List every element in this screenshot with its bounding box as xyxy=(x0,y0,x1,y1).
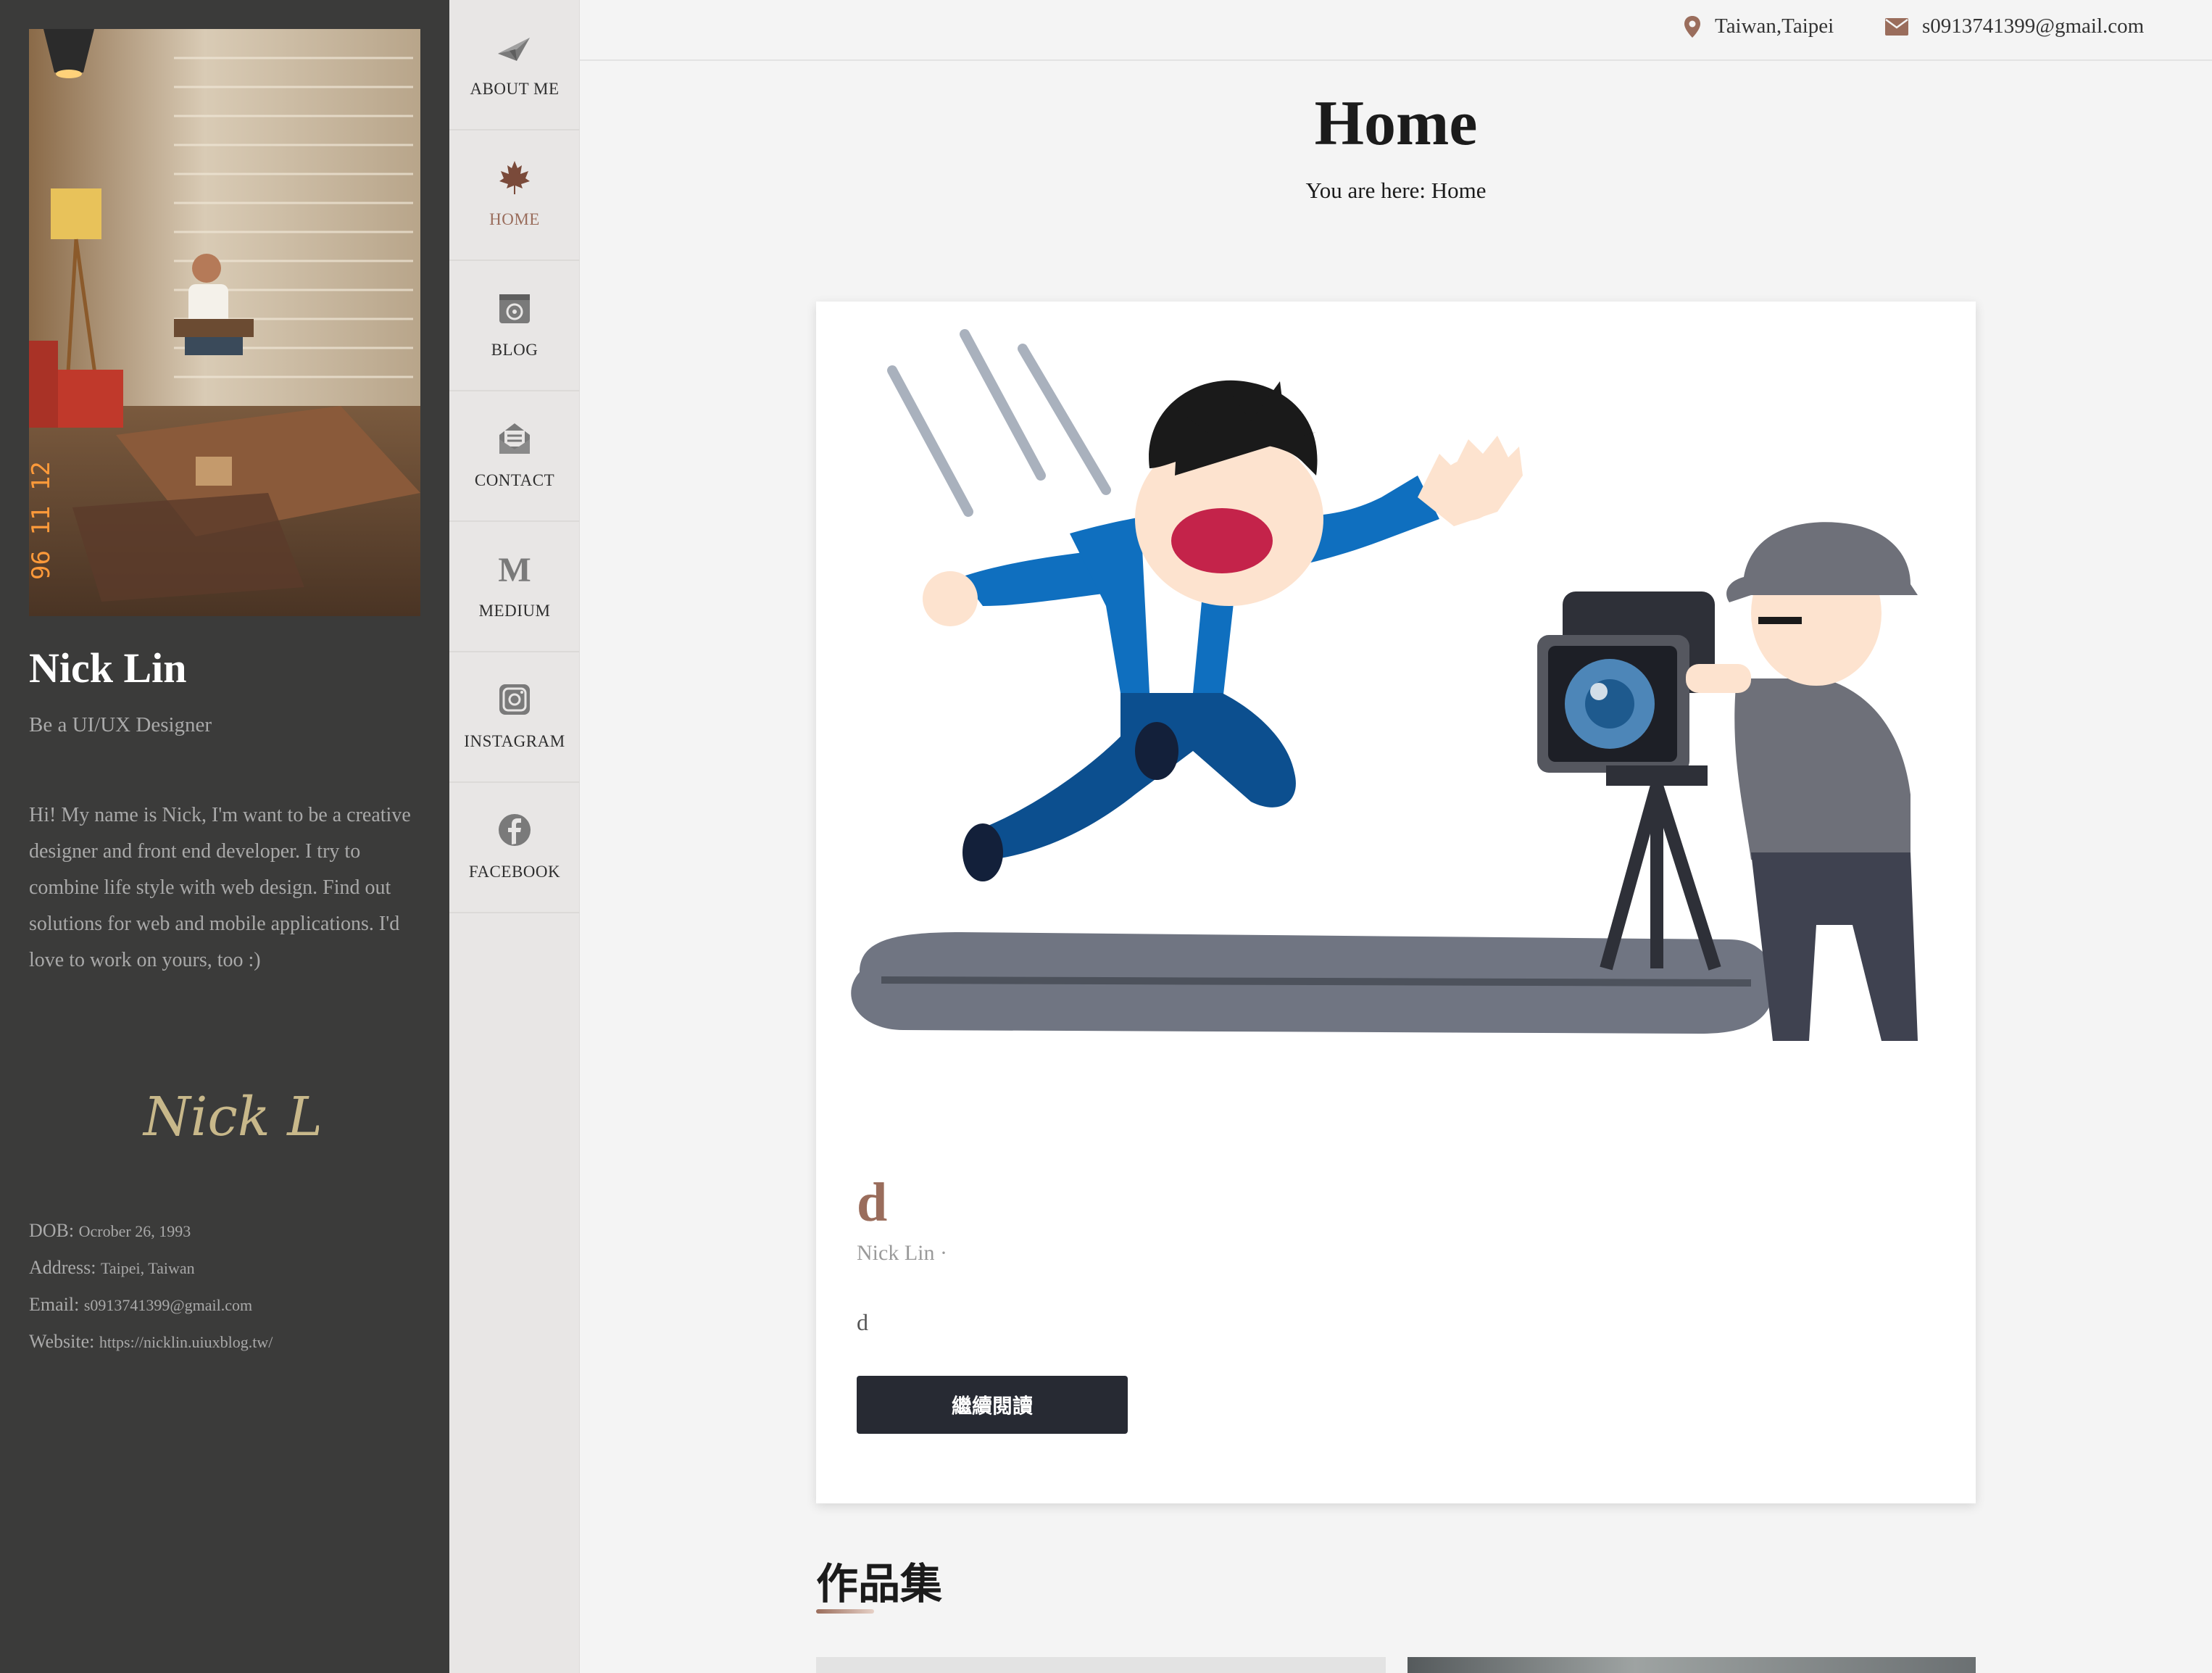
profile-name: Nick Lin xyxy=(29,644,187,692)
facebook-icon xyxy=(499,814,531,846)
medium-m-icon: M xyxy=(498,551,531,589)
detail-address: Address: Taipei, Taiwan xyxy=(29,1257,195,1278)
page-title: Home xyxy=(1314,88,1478,159)
post-featured-image[interactable] xyxy=(816,302,1976,1135)
read-more-button[interactable]: 繼續閱讀 xyxy=(857,1376,1128,1434)
top-bar: Taiwan,Taipei s0913741399@gmail.com xyxy=(580,0,2212,61)
nav-item-instagram[interactable]: INSTAGRAM xyxy=(449,652,580,783)
email-info[interactable]: s0913741399@gmail.com xyxy=(1884,14,2144,38)
detail-website: Website: https://nicklin.uiuxblog.tw/ xyxy=(29,1331,273,1352)
profile-photo: 96 11 12 xyxy=(29,29,420,616)
portfolio-heading: 作品集 xyxy=(816,1559,943,1608)
breadcrumb: You are here: Home xyxy=(1305,178,1487,203)
heading-underline xyxy=(816,1609,874,1614)
post-meta: Nick Lin · xyxy=(857,1241,947,1266)
email-text: s0913741399@gmail.com xyxy=(1922,14,2145,38)
post-card: d Nick Lin · d 繼續閱讀 xyxy=(816,302,1976,1503)
svg-text:M: M xyxy=(498,551,531,589)
profile-bio: Hi! My name is Nick, I'm want to be a cr… xyxy=(29,804,411,971)
envelope-open-icon xyxy=(499,423,530,454)
nav-item-home[interactable]: HOME xyxy=(449,130,580,261)
post-title[interactable]: d xyxy=(857,1171,887,1234)
detail-dob: DOB: Ocrober 26, 1993 xyxy=(29,1220,191,1241)
instagram-icon xyxy=(499,684,530,715)
profile-sidebar: 96 11 12 Nick Lin Be a UI/UX Designer Hi… xyxy=(0,0,449,1673)
nav-item-medium[interactable]: M MEDIUM xyxy=(449,522,580,652)
photo-timestamp: 96 11 12 xyxy=(29,461,56,580)
nav-item-facebook[interactable]: FACEBOOK xyxy=(449,783,580,913)
paper-plane-icon xyxy=(498,38,530,61)
signature-logo: Nick Lin xyxy=(142,1086,319,1148)
maple-leaf-icon xyxy=(499,161,530,194)
nav-item-contact[interactable]: CONTACT xyxy=(449,391,580,522)
portfolio-item[interactable] xyxy=(816,1657,1386,1673)
map-pin-icon xyxy=(1684,15,1700,38)
profile-role: Be a UI/UX Designer xyxy=(29,713,212,736)
main-nav: ABOUT ME HOME BLOG CONTACT M MEDIUM INST… xyxy=(449,0,580,1673)
location-info: Taiwan,Taipei xyxy=(1683,14,1834,38)
meta-separator: · xyxy=(939,1241,947,1265)
post-excerpt: d xyxy=(857,1309,868,1335)
location-text: Taiwan,Taipei xyxy=(1715,14,1834,38)
profile-details: DOB: Ocrober 26, 1993 Address: Taipei, T… xyxy=(29,1213,273,1361)
website-link[interactable]: https://nicklin.uiuxblog.tw/ xyxy=(99,1333,273,1351)
camera-icon xyxy=(499,294,530,323)
nav-item-about-me[interactable]: ABOUT ME xyxy=(449,0,580,130)
portfolio-item[interactable] xyxy=(1408,1657,1976,1673)
envelope-icon xyxy=(1885,17,1908,36)
post-author[interactable]: Nick Lin xyxy=(857,1241,934,1265)
signature-text: Nick Lin xyxy=(142,1086,319,1148)
nav-item-blog[interactable]: BLOG xyxy=(449,261,580,391)
detail-email: Email: s0913741399@gmail.com xyxy=(29,1294,253,1315)
